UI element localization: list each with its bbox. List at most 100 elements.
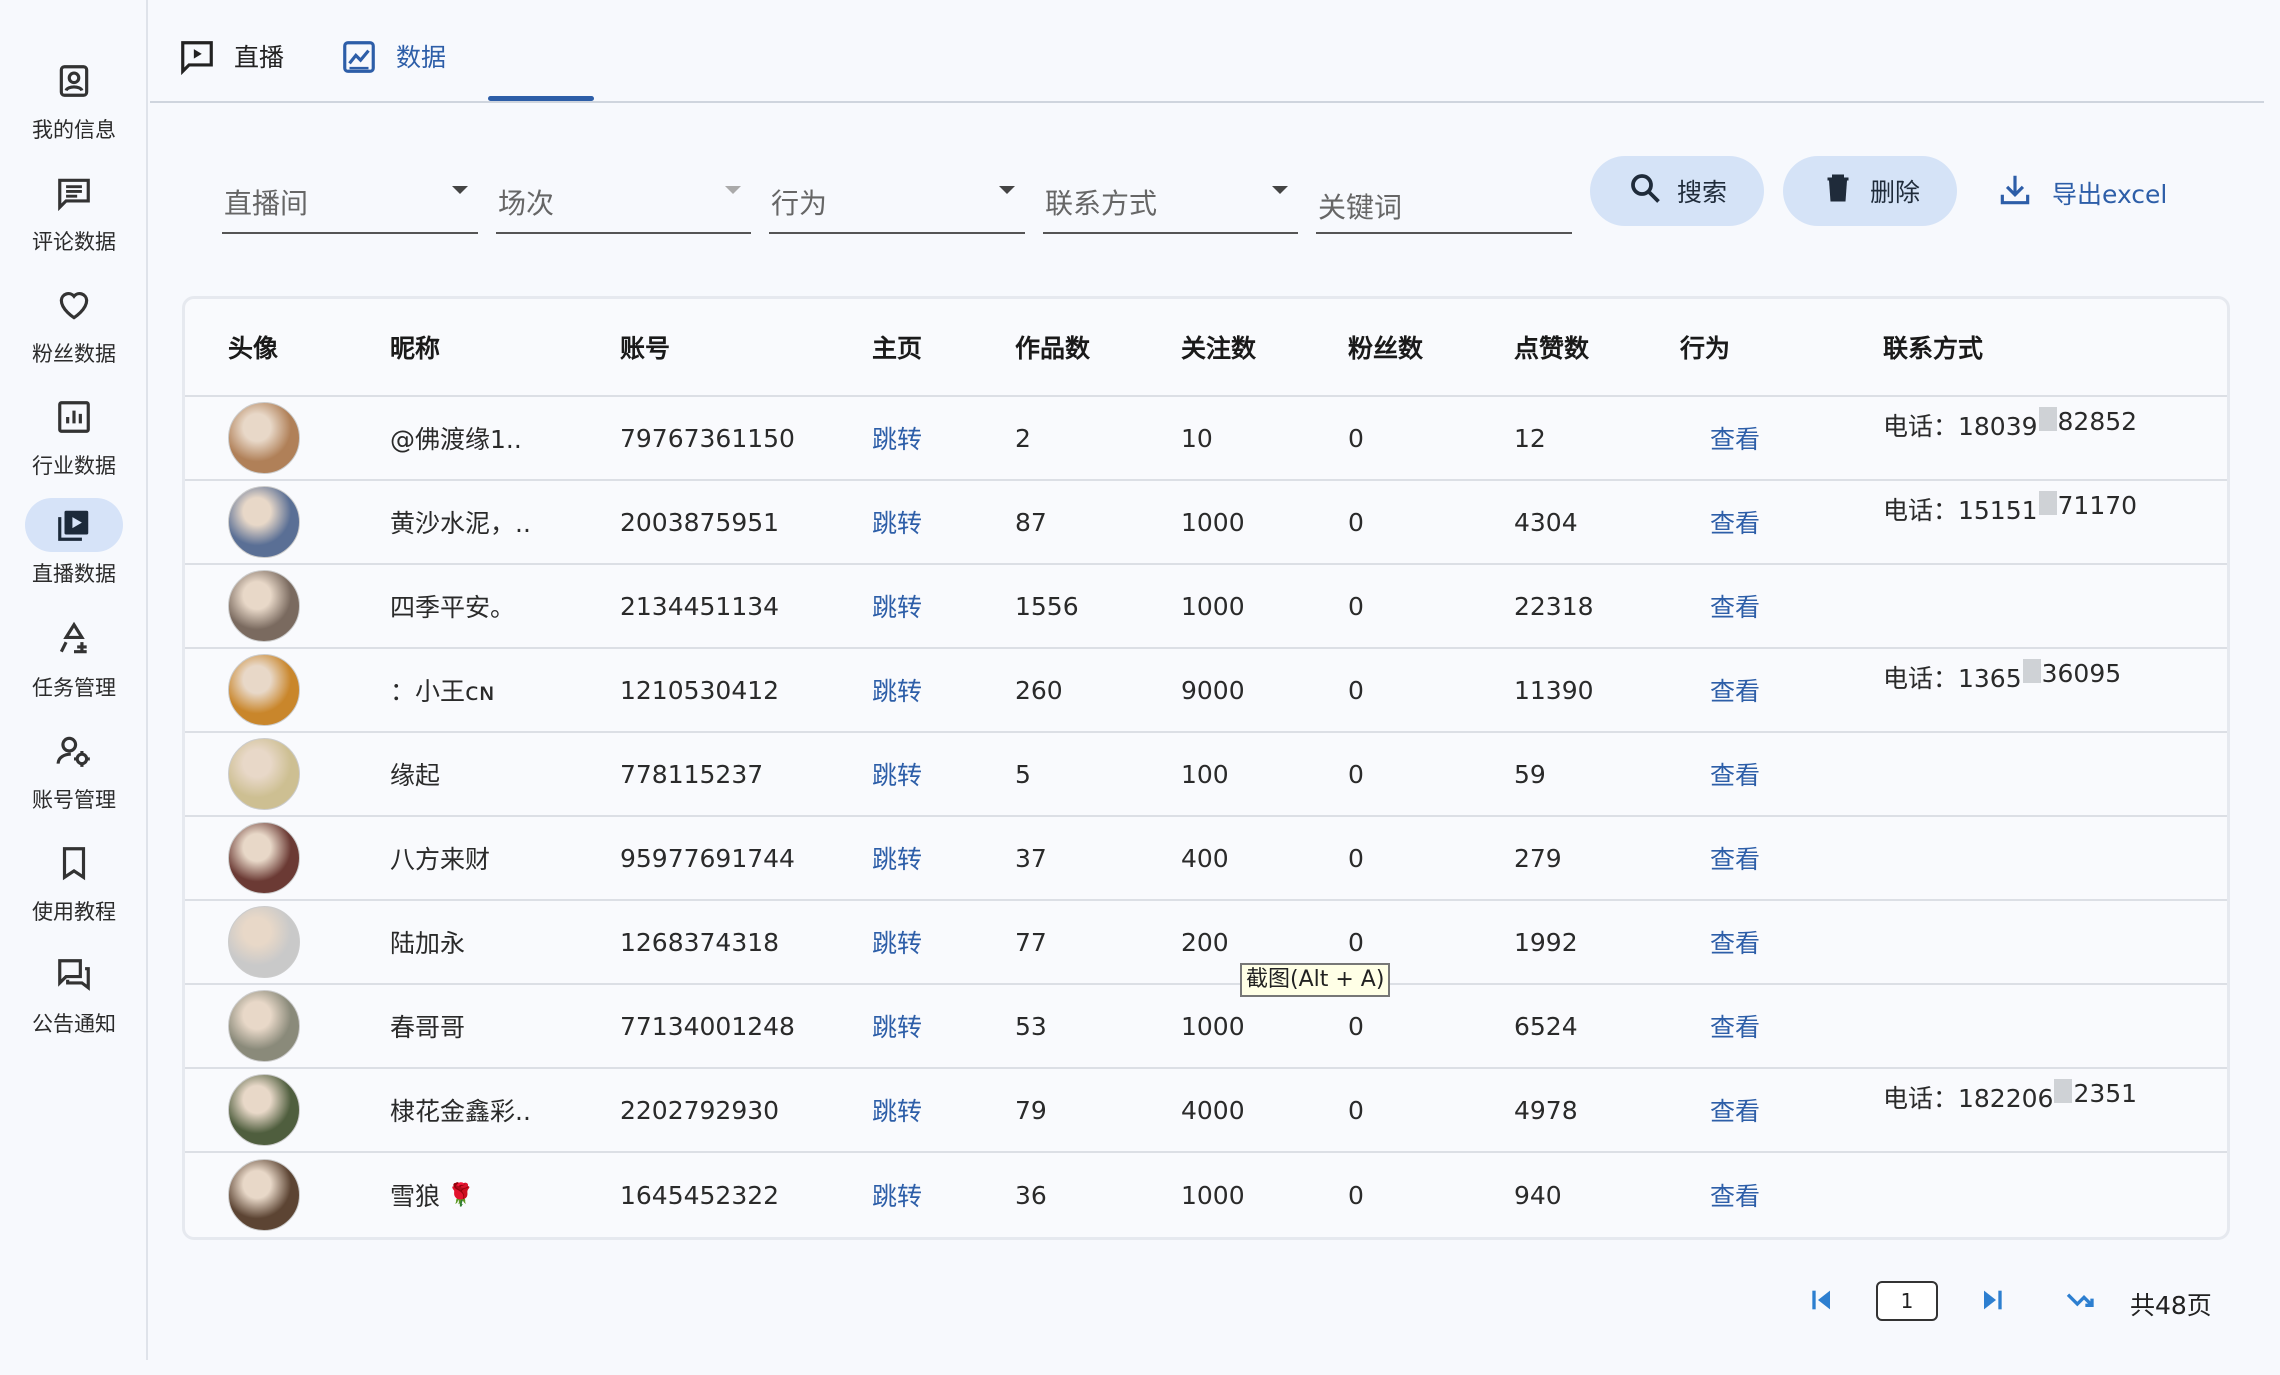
avatar[interactable]	[228, 1074, 300, 1146]
view-link[interactable]: 查看	[1710, 1153, 1760, 1237]
view-link[interactable]: 查看	[1710, 649, 1760, 731]
delete-label: 删除	[1869, 178, 1920, 207]
view-link[interactable]: 查看	[1710, 481, 1760, 563]
first-page-button[interactable]	[1802, 1282, 1842, 1322]
avatar[interactable]	[228, 906, 300, 978]
home-link[interactable]: 跳转	[872, 1069, 922, 1151]
sidebar-item-industry[interactable]: 行业数据	[0, 390, 148, 498]
following-cell: 1000	[1181, 1180, 1245, 1210]
behavior-select[interactable]: 行为	[769, 168, 1025, 234]
header-likes: 点赞数	[1514, 334, 1590, 363]
works-cell: 87	[1015, 507, 1047, 537]
home-link[interactable]: 跳转	[872, 1153, 922, 1237]
table-row: 雪狼 1645452322 跳转 36 1000 0 940 查看 🌹	[185, 1153, 2227, 1237]
table-row: 春哥哥 77134001248 跳转 53 1000 0 6524 查看	[185, 985, 2227, 1069]
account-cell: 778115237	[620, 759, 764, 789]
avatar[interactable]	[228, 990, 300, 1062]
tab-live[interactable]: 直播	[178, 38, 284, 102]
first-page-icon	[1806, 1284, 1838, 1320]
export-label: 导出excel	[2052, 180, 2168, 209]
sidebar-item-comments[interactable]: 评论数据	[0, 166, 148, 274]
view-link[interactable]: 查看	[1710, 733, 1760, 815]
page-number-input[interactable]: 1	[1876, 1281, 1938, 1321]
last-page-button[interactable]	[1972, 1282, 2012, 1322]
home-link[interactable]: 跳转	[872, 817, 922, 899]
account-cell: 79767361150	[620, 423, 795, 453]
view-link[interactable]: 查看	[1710, 1069, 1760, 1151]
works-cell: 37	[1015, 843, 1047, 873]
home-link[interactable]: 跳转	[872, 481, 922, 563]
avatar[interactable]	[228, 570, 300, 642]
avatar-cell	[228, 565, 300, 647]
view-link[interactable]: 查看	[1710, 565, 1760, 647]
following-cell: 1000	[1181, 1011, 1245, 1041]
nickname-cell: 四季平安。	[390, 593, 516, 622]
phone-suffix: 71170	[2057, 491, 2138, 520]
view-link[interactable]: 查看	[1710, 901, 1760, 983]
avatar[interactable]	[228, 486, 300, 558]
account-cell: 1645452322	[620, 1180, 780, 1210]
nickname-cell: 棣花金鑫彩..	[390, 1097, 531, 1126]
live-room-select[interactable]: 直播间	[222, 168, 478, 234]
following-cell: 100	[1181, 759, 1229, 789]
avatar-cell	[228, 901, 300, 983]
fans-cell: 0	[1348, 507, 1364, 537]
table-row: 陆加永 1268374318 跳转 77 200 0 1992 查看	[185, 901, 2227, 985]
home-link[interactable]: 跳转	[872, 565, 922, 647]
sidebar-item-tutorial[interactable]: 使用教程	[0, 836, 148, 944]
delete-button[interactable]: 删除	[1783, 156, 1957, 226]
jump-page-button[interactable]	[2060, 1282, 2100, 1322]
avatar[interactable]	[228, 1159, 300, 1231]
avatar[interactable]	[228, 402, 300, 474]
header-account: 账号	[620, 334, 671, 363]
forum-icon	[25, 948, 123, 1002]
avatar[interactable]	[228, 654, 300, 726]
redaction-mask	[2022, 659, 2041, 683]
home-link[interactable]: 跳转	[872, 901, 922, 983]
nickname-cell: 春哥哥	[390, 1013, 466, 1042]
sidebar-item-live-data[interactable]: 直播数据	[0, 498, 148, 606]
works-cell: 260	[1015, 675, 1063, 705]
download-icon	[1996, 171, 2034, 215]
home-link[interactable]: 跳转	[872, 649, 922, 731]
sidebar-item-announcements[interactable]: 公告通知	[0, 948, 148, 1056]
view-link[interactable]: 查看	[1710, 397, 1760, 479]
chart-icon	[340, 38, 378, 82]
tab-label: 数据	[396, 43, 447, 72]
account-cell: 77134001248	[620, 1011, 795, 1041]
avatar[interactable]	[228, 738, 300, 810]
following-cell: 400	[1181, 843, 1229, 873]
avatar[interactable]	[228, 822, 300, 894]
sidebar-item-my-info[interactable]: 我的信息	[0, 54, 148, 162]
header-nickname: 昵称	[390, 334, 441, 363]
sidebar-item-fans[interactable]: 粉丝数据	[0, 278, 148, 386]
header-avatar: 头像	[228, 334, 279, 363]
account-box-icon	[25, 54, 123, 108]
following-cell: 9000	[1181, 675, 1245, 705]
sidebar-item-accounts[interactable]: 账号管理	[0, 724, 148, 832]
sidebar: 我的信息 评论数据 粉丝数据 行业数据 直播数据 任务管理 账号管理 使用教程 …	[0, 0, 148, 1360]
session-select[interactable]: 场次	[496, 168, 751, 234]
search-button[interactable]: 搜索	[1590, 156, 1764, 226]
contact-cell: 电话：182206 2351	[1883, 1069, 2137, 1151]
home-link[interactable]: 跳转	[872, 985, 922, 1067]
contact-select[interactable]: 联系方式	[1043, 168, 1298, 234]
nickname-cell: 八方来财	[390, 845, 491, 874]
following-cell: 4000	[1181, 1095, 1245, 1125]
likes-cell: 12	[1514, 423, 1546, 453]
tab-data[interactable]: 数据	[340, 38, 446, 102]
home-link[interactable]: 跳转	[872, 733, 922, 815]
nickname-cell: ：小王ᴄɴ	[390, 677, 495, 706]
account-cell: 2003875951	[620, 507, 780, 537]
view-link[interactable]: 查看	[1710, 817, 1760, 899]
export-excel-button[interactable]: 导出excel	[1996, 168, 2167, 218]
sidebar-item-tasks[interactable]: 任务管理	[0, 612, 148, 720]
phone-prefix: 电话：1365	[1883, 664, 2022, 693]
table-row: @佛渡缘1.. 79767361150 跳转 2 10 0 12 查看 电话：18039 8285…	[185, 397, 2227, 481]
home-link[interactable]: 跳转	[872, 397, 922, 479]
likes-cell: 4304	[1514, 507, 1578, 537]
view-link[interactable]: 查看	[1710, 985, 1760, 1067]
bar-chart-icon	[25, 390, 123, 444]
data-table: 头像 昵称 账号 主页 作品数 关注数 粉丝数 点赞数 行为 联系方式 @佛渡缘…	[182, 296, 2230, 1240]
keyword-input[interactable]: 关键词	[1316, 168, 1572, 234]
